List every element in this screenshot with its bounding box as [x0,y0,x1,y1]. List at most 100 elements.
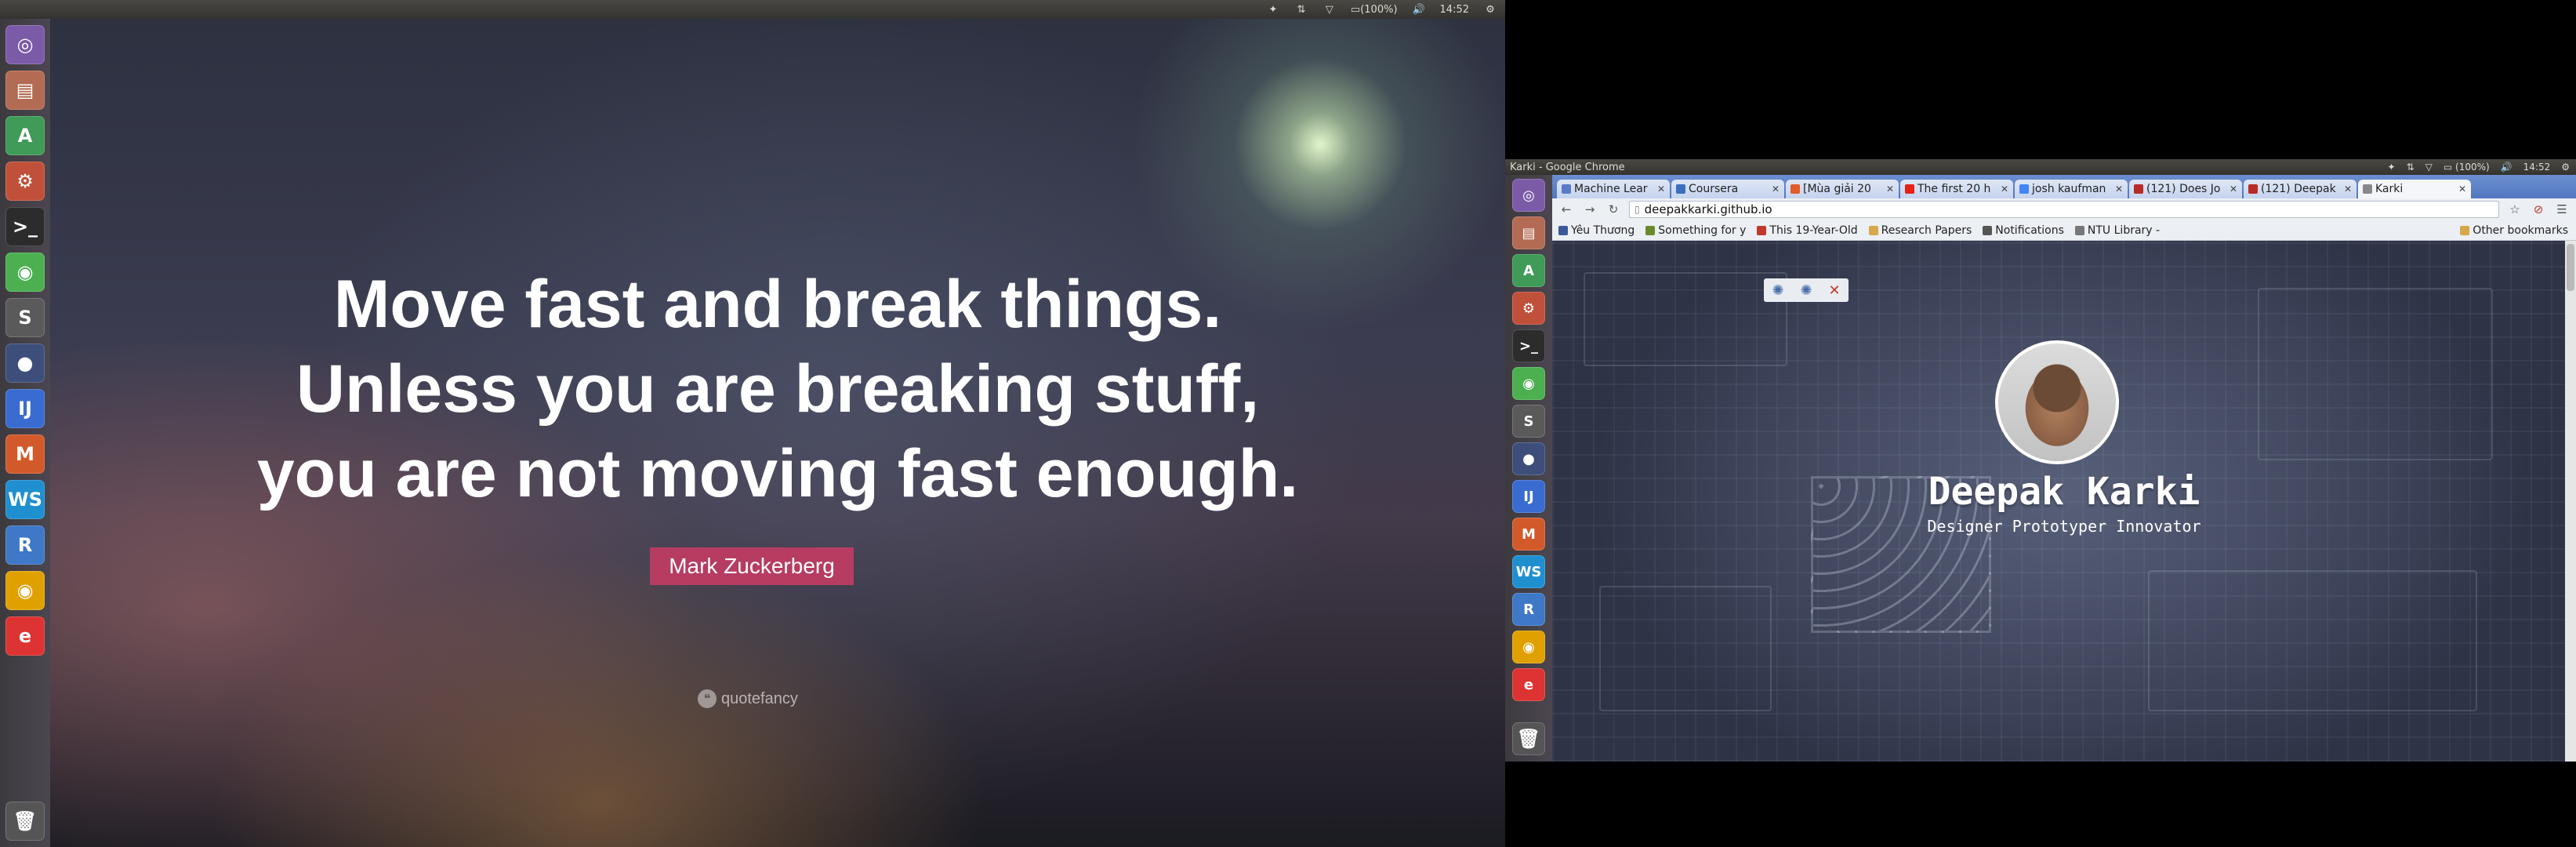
launcher-chrome-icon[interactable]: ◉ [5,253,45,292]
gear-icon[interactable]: ✺ [1772,282,1783,299]
launcher-webstorm-icon[interactable]: WS [1512,555,1545,588]
circuit-trace [1584,272,1787,366]
close-icon[interactable]: ✕ [1828,282,1840,299]
reload-icon[interactable]: ↻ [1605,202,1621,217]
volume-icon-2[interactable]: 🔊 [2501,162,2513,173]
launcher-screen-recorder-icon[interactable]: ● [5,344,45,383]
launcher-system-settings-icon[interactable]: ⚙ [1512,292,1545,325]
bookmark-item[interactable]: This 19-Year-Old [1757,224,1858,237]
bookmark-item[interactable]: Research Papers [1868,224,1972,237]
tab-close-icon[interactable]: ✕ [2115,184,2123,194]
battery-indicator-2[interactable]: ▭ (100%) [2444,162,2490,173]
launcher-chrome-2-icon[interactable]: ◉ [5,571,45,610]
page-content: ✺ ✺ ✕ Deepak Karki Designer Prototyper I… [1552,241,2576,762]
launcher-terminal-icon[interactable]: >_ [5,207,45,246]
launcher-android-studio-icon[interactable]: A [1512,254,1545,287]
browser-tab[interactable]: Coursera ✕ [1671,180,1784,198]
launcher-ubuntu-dash-icon[interactable]: ◎ [5,25,45,64]
dropbox-icon[interactable]: ✦ [1266,2,1280,16]
quote-line-2: Unless you are breaking stuff, [296,351,1260,427]
quote-mark-icon: ❝ [698,689,717,708]
tab-close-icon[interactable]: ✕ [2001,184,2008,194]
bookmark-item[interactable]: Notifications [1983,224,2064,237]
favicon-icon [1562,184,1571,194]
tab-close-icon[interactable]: ✕ [2458,184,2466,194]
launcher-matlab-icon[interactable]: M [5,434,45,474]
network-icon[interactable]: ⇅ [1294,2,1308,16]
extension-icon[interactable]: ⊘ [2531,202,2546,217]
top-panel: ✦ ⇅ ▽ ▭ (100%) 🔊 14:52 ⚙ [0,0,1505,19]
launcher-webstorm-icon[interactable]: WS [5,480,45,519]
launcher-system-settings-icon[interactable]: ⚙ [5,162,45,201]
tab-label: (121) Does Jo [2146,183,2221,195]
bookmark-item[interactable]: NTU Library - [2074,224,2160,237]
launcher-rstudio-icon[interactable]: R [5,525,45,565]
browser-tab[interactable]: [Mùa giải 20 ✕ [1786,180,1899,198]
menu-icon[interactable]: ☰ [2554,202,2570,217]
launcher-chrome-2-icon[interactable]: ◉ [1512,631,1545,663]
launcher-android-studio-icon[interactable]: A [5,116,45,155]
launcher-sublime-text-icon[interactable]: S [5,298,45,337]
settings-icon-2[interactable]: ⚙ [2561,162,2570,173]
favicon-icon [2134,184,2143,194]
scrollbar-thumb[interactable] [2567,244,2574,291]
launcher-screen-recorder-icon[interactable]: ● [1512,442,1545,475]
browser-tab[interactable]: Karki ✕ [2358,180,2471,198]
bookmark-star-icon[interactable]: ☆ [2507,202,2523,217]
browser-tab[interactable]: (121) Does Jo ✕ [2129,180,2242,198]
tab-close-icon[interactable]: ✕ [1886,184,1894,194]
floating-widget[interactable]: ✺ ✺ ✕ [1764,278,1849,302]
forward-icon[interactable]: → [1582,202,1598,217]
tab-close-icon[interactable]: ✕ [2344,184,2352,194]
clock-2[interactable]: 14:52 [2523,162,2551,173]
desktop: ✦ ⇅ ▽ ▭ (100%) 🔊 14:52 ⚙ ◎ ▤ A ⚙ >_ ◉ S ● IJ M WS R… [0,0,2576,847]
browser-tab[interactable]: (121) Deepak ✕ [2244,180,2356,198]
bookmark-item[interactable]: Something for y [1645,224,1746,237]
tab-label: (121) Deepak [2261,183,2336,195]
battery-indicator[interactable]: ▭ (100%) [1351,2,1398,16]
vpn-icon-2[interactable]: ▽ [2425,162,2433,173]
second-monitor: Karki - Google Chrome ✦ ⇅ ▽ ▭ (100%) 🔊 1… [1505,159,2576,762]
scrollbar[interactable] [2565,241,2576,762]
avatar [1995,340,2119,464]
network-icon-2[interactable]: ⇅ [2407,162,2415,173]
window-title: Karki - Google Chrome [1510,161,1625,173]
favicon-icon [1905,184,1914,194]
launcher: ◎ ▤ A ⚙ >_ ◉ S ● IJ M WS R ◉ e 🗑 [0,19,50,847]
tab-close-icon[interactable]: ✕ [1772,184,1780,194]
settings-icon[interactable]: ⚙ [1483,2,1497,16]
launcher-intellij-icon[interactable]: IJ [5,389,45,428]
back-icon[interactable]: ← [1558,202,1574,217]
launcher-ubuntu-dash-icon[interactable]: ◎ [1512,179,1545,212]
tab-close-icon[interactable]: ✕ [1657,184,1665,194]
clock[interactable]: 14:52 [1440,2,1469,16]
tab-label: [Mùa giải 20 [1803,183,1871,195]
launcher-rstudio-icon[interactable]: R [1512,593,1545,626]
launcher-sublime-text-icon[interactable]: S [1512,405,1545,438]
bookmark-item[interactable]: Yêu Thương [1558,224,1634,237]
tab-close-icon[interactable]: ✕ [2230,184,2237,194]
address-bar[interactable]: ▯ deepakkarki.github.io [1629,201,2499,218]
launcher-chrome-icon[interactable]: ◉ [1512,367,1545,400]
gear-icon-2[interactable]: ✺ [1800,282,1812,299]
launcher-text-editor-icon[interactable]: e [5,616,45,656]
tab-label: Coursera [1689,183,1739,195]
dropbox-icon-2[interactable]: ✦ [2388,162,2396,173]
launcher-text-editor-icon[interactable]: e [1512,668,1545,701]
launcher-trash-icon[interactable]: 🗑 [5,802,45,841]
launcher-terminal-icon[interactable]: >_ [1512,329,1545,362]
launcher-intellij-icon[interactable]: IJ [1512,480,1545,513]
browser-tab[interactable]: Machine Lear ✕ [1557,180,1670,198]
launcher-trash-icon[interactable]: 🗑 [1512,722,1545,755]
tab-label: josh kaufman [2032,183,2106,195]
launcher-files-icon[interactable]: ▤ [5,71,45,110]
bookmark-favicon-icon [1558,225,1568,235]
launcher-matlab-icon[interactable]: M [1512,518,1545,551]
launcher-files-icon[interactable]: ▤ [1512,216,1545,249]
volume-icon[interactable]: 🔊 [1412,2,1426,16]
vpn-icon[interactable]: ▽ [1322,2,1337,16]
other-bookmarks[interactable]: Other bookmarks [2460,224,2576,237]
quote-text: Move fast and break things. Unless you a… [50,262,1505,516]
browser-tab[interactable]: The first 20 h ✕ [1900,180,2013,198]
browser-tab[interactable]: josh kaufman ✕ [2015,180,2128,198]
